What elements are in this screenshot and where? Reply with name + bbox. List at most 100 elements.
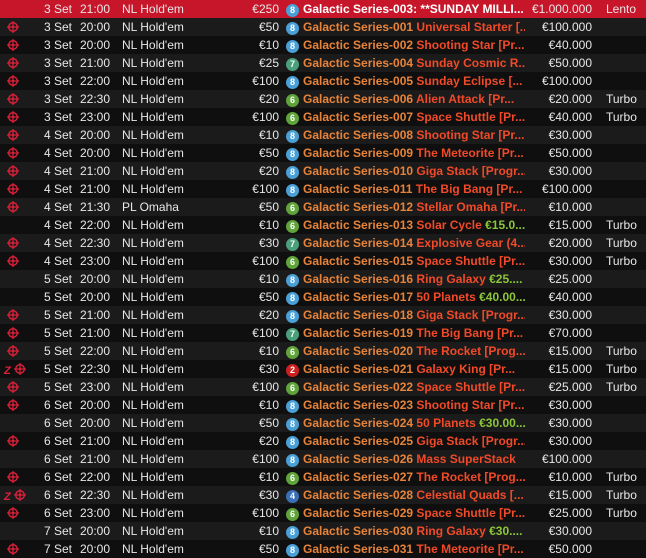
game-cell: NL Hold'em: [122, 38, 184, 52]
tournament-row[interactable]: 4 Set 20:00 NL Hold'em €10 8 Galactic Series-…: [0, 126, 646, 144]
tournament-row[interactable]: 7 Set 20:00 NL Hold'em €10 8 Galactic Series-…: [0, 522, 646, 540]
seats-badge: 8: [286, 166, 299, 179]
date-cell: 4 Set: [44, 236, 73, 250]
tournament-row[interactable]: Z 6 Set 22:30 NL Hold'em €30 4 Galactic Series…: [0, 486, 646, 504]
tournament-name-cell: Galactic Series-023 Shooting Star [Pr...: [303, 396, 525, 414]
event-name: The Big Bang [Pr...: [413, 326, 524, 340]
tournament-row[interactable]: 4 Set 21:00 NL Hold'em €100 8 Galactic Series…: [0, 180, 646, 198]
tournament-row[interactable]: 6 Set 20:00 NL Hold'em €10 8 Galactic Series-…: [0, 396, 646, 414]
time-cell: 22:30: [80, 488, 111, 502]
tournament-row[interactable]: 3 Set 20:00 NL Hold'em €50 8 Galactic Series-…: [0, 18, 646, 36]
tournament-row[interactable]: 4 Set 23:00 NL Hold'em €100 6 Galactic Series…: [0, 252, 646, 270]
buyin-cell: €50: [258, 542, 279, 556]
tournament-row[interactable]: 6 Set 23:00 NL Hold'em €100 6 Galactic Series…: [0, 504, 646, 522]
series-name: Galactic Series-019: [303, 326, 414, 340]
tournament-row[interactable]: 6 Set 21:00 NL Hold'em €20 8 Galactic Series-…: [0, 432, 646, 450]
series-name: Galactic Series-007: [303, 110, 414, 124]
tournament-name-cell: Galactic Series-028 Celestial Quads [...: [303, 486, 525, 504]
row-icons: Z: [0, 360, 40, 378]
tournament-row[interactable]: 4 Set 22:00 NL Hold'em €10 6 Galactic Series-…: [0, 216, 646, 234]
event-name: Explosive Gear (4...: [413, 236, 525, 250]
event-prize: €15.0...: [485, 218, 525, 232]
buyin-cell: €20: [258, 92, 279, 106]
tournament-row[interactable]: 5 Set 21:00 NL Hold'em €100 7 Galactic Series…: [0, 324, 646, 342]
tournament-row[interactable]: 5 Set 22:00 NL Hold'em €10 6 Galactic Series-…: [0, 342, 646, 360]
tournament-row[interactable]: 5 Set 23:00 NL Hold'em €100 6 Galactic Series…: [0, 378, 646, 396]
buyin-cell: €100: [252, 110, 279, 124]
tournament-row[interactable]: 5 Set 20:00 NL Hold'em €10 8 Galactic Series-…: [0, 270, 646, 288]
tournament-row[interactable]: 4 Set 20:00 NL Hold'em €50 8 Galactic Series-…: [0, 144, 646, 162]
time-cell: 21:00: [80, 2, 111, 16]
date-cell: 7 Set: [44, 524, 73, 538]
series-name: Galactic Series-005: [303, 74, 414, 88]
tournament-row[interactable]: 3 Set 22:30 NL Hold'em €20 6 Galactic Series-…: [0, 90, 646, 108]
tournament-name-cell: Galactic Series-004 Sunday Cosmic R...: [303, 54, 525, 72]
tournament-row[interactable]: 3 Set 21:00 NL Hold'em €25 7 Galactic Series-…: [0, 54, 646, 72]
row-icons: [0, 540, 40, 558]
tournament-row[interactable]: 4 Set 21:30 PL Omaha €50 6 Galactic Series-01…: [0, 198, 646, 216]
tournament-row[interactable]: 3 Set 23:00 NL Hold'em €100 6 Galactic Series…: [0, 108, 646, 126]
speed-cell: [606, 72, 646, 90]
tournament-row[interactable]: 3 Set 22:00 NL Hold'em €100 8 Galactic Series…: [0, 72, 646, 90]
tournament-row[interactable]: 5 Set 20:00 NL Hold'em €50 8 Galactic Series-…: [0, 288, 646, 306]
series-name: Galactic Series-016: [303, 272, 414, 286]
seats-badge-cell: 6: [286, 252, 302, 270]
game-cell: NL Hold'em: [122, 362, 184, 376]
guarantee-cell: €30.000: [548, 416, 592, 430]
speed-cell: Turbo: [606, 254, 637, 268]
date-cell: 4 Set: [44, 182, 73, 196]
tournament-row[interactable]: 3 Set 20:00 NL Hold'em €10 8 Galactic Series-…: [0, 36, 646, 54]
seats-badge: 6: [286, 256, 299, 269]
time-cell: 21:00: [80, 56, 111, 70]
seats-badge: 6: [286, 508, 299, 521]
row-icons: [0, 162, 40, 180]
seats-badge: 8: [286, 184, 299, 197]
row-icons: [0, 36, 40, 54]
time-cell: 21:00: [80, 308, 111, 322]
event-name: 50 Planets: [413, 416, 480, 430]
time-cell: 23:00: [80, 506, 111, 520]
speed-cell: Turbo: [606, 344, 637, 358]
event-name: Space Shuttle [Pr...: [413, 506, 525, 520]
seats-badge: 8: [286, 4, 299, 17]
event-name: The Rocket [Prog...: [413, 470, 525, 484]
seats-badge-cell: 8: [286, 288, 302, 306]
game-cell: NL Hold'em: [122, 470, 184, 484]
guarantee-cell: €40.000: [548, 290, 592, 304]
row-icons: [0, 198, 40, 216]
tournament-row[interactable]: 4 Set 21:00 NL Hold'em €20 8 Galactic Series-…: [0, 162, 646, 180]
seats-badge-cell: 8: [286, 72, 302, 90]
series-name: Galactic Series-018: [303, 308, 414, 322]
time-cell: 20:00: [80, 272, 111, 286]
tournament-row[interactable]: 5 Set 21:00 NL Hold'em €20 8 Galactic Series-…: [0, 306, 646, 324]
tournament-row[interactable]: 6 Set 22:00 NL Hold'em €10 6 Galactic Series-…: [0, 468, 646, 486]
game-cell: NL Hold'em: [122, 380, 184, 394]
target-icon: [7, 381, 19, 393]
guarantee-cell: €50.000: [548, 146, 592, 160]
buyin-cell: €25: [258, 56, 279, 70]
target-icon: [7, 183, 19, 195]
row-icons: [0, 180, 40, 198]
series-name: Galactic Series-029: [303, 506, 414, 520]
time-cell: 23:00: [80, 110, 111, 124]
speed-cell: [606, 396, 646, 414]
speed-cell: [606, 18, 646, 36]
tournament-row[interactable]: 6 Set 21:00 NL Hold'em €100 8 Galactic Series…: [0, 450, 646, 468]
target-icon: [7, 345, 19, 357]
seats-badge-cell: 2: [286, 360, 302, 378]
zoom-icon: Z: [4, 491, 11, 503]
target-icon: [14, 363, 26, 375]
tournament-name-cell: Galactic Series-024 50 Planets €30.00...: [303, 414, 525, 432]
game-cell: NL Hold'em: [122, 290, 184, 304]
time-cell: 22:00: [80, 470, 111, 484]
row-icons: [0, 288, 40, 306]
date-cell: 3 Set: [44, 74, 73, 88]
seats-badge: 7: [286, 328, 299, 341]
tournament-row[interactable]: 7 Set 20:00 NL Hold'em €50 8 Galactic Series-…: [0, 540, 646, 558]
guarantee-cell: €15.000: [548, 362, 592, 376]
tournament-row[interactable]: 6 Set 20:00 NL Hold'em €50 8 Galactic Series-…: [0, 414, 646, 432]
tournament-row[interactable]: 3 Set 21:00 NL Hold'em €250 8 Galactic Series…: [0, 0, 646, 18]
seats-badge: 6: [286, 346, 299, 359]
tournament-row[interactable]: Z 5 Set 22:30 NL Hold'em €30 2 Galactic Series…: [0, 360, 646, 378]
tournament-row[interactable]: 4 Set 22:30 NL Hold'em €30 7 Galactic Series-…: [0, 234, 646, 252]
